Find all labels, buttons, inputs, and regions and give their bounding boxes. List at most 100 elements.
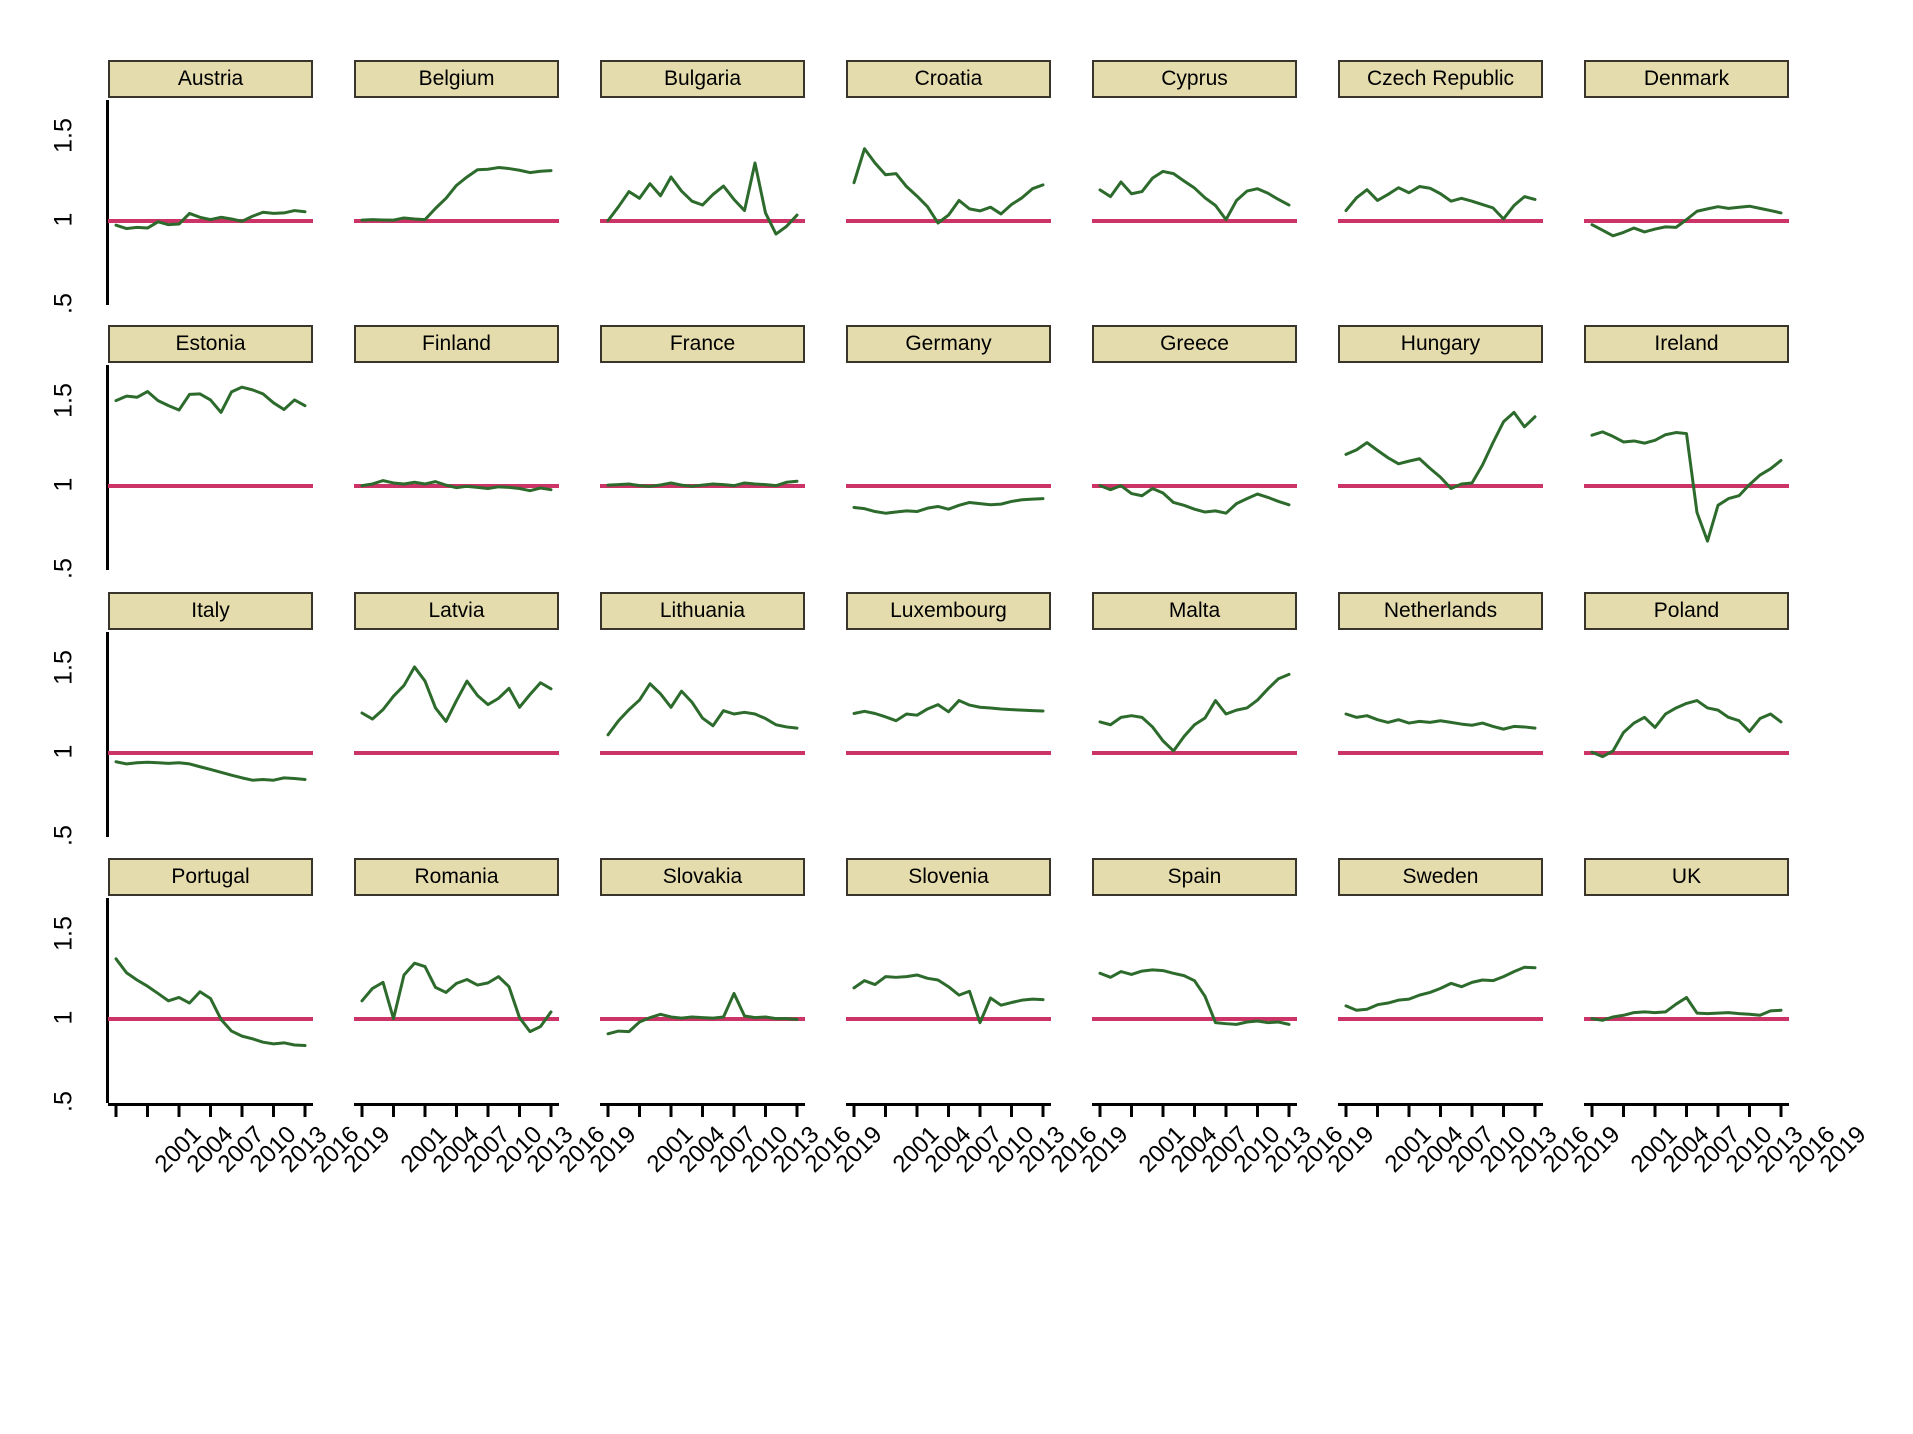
series-line [606,991,799,1036]
panel-plot-area [1584,365,1789,570]
panel-title: Lithuania [600,592,805,630]
panel-hungary: Hungary [1338,325,1543,578]
panel-austria: Austria [108,60,313,313]
panel-plot-area [108,632,313,837]
panel-croatia: Croatia [846,60,1051,313]
panel-portugal: Portugal [108,858,313,1111]
panel-lithuania: Lithuania [600,592,805,845]
panel-italy: Italy [108,592,313,845]
series-line [1098,968,1291,1026]
y-tick-label: 1 [49,212,78,227]
series-line [360,961,553,1034]
y-tick-label: 1.5 [49,118,78,153]
x-axis-col-1 [108,1103,313,1119]
panel-slovakia: Slovakia [600,858,805,1111]
y-tick-label: .5 [49,558,78,579]
panel-plot-area [600,898,805,1103]
panel-malta: Malta [1092,592,1297,845]
y-tick-label: .5 [49,293,78,314]
panel-plot-area [354,898,559,1103]
x-axis-col-7 [1584,1103,1789,1119]
panel-plot-area [600,100,805,305]
panel-bulgaria: Bulgaria [600,60,805,313]
series-line [852,497,1045,515]
panel-romania: Romania [354,858,559,1111]
panel-title: Poland [1584,592,1789,630]
panel-title: Slovenia [846,858,1051,896]
y-tick-label: .5 [49,825,78,846]
panel-poland: Poland [1584,592,1789,845]
x-axis-col-4 [846,1103,1051,1119]
panel-plot-area [1092,632,1297,837]
y-tick-label: 1.5 [49,916,78,951]
panel-plot-area [1584,632,1789,837]
panel-plot-area [846,898,1051,1103]
panel-title: Estonia [108,325,313,363]
multi-panel-chart: .5 1 1.5 .5 1 1.5 .5 1 1.5 .5 1 1.5 Austria Belgium Bu… [0,0,1913,1434]
panel-title: Romania [354,858,559,896]
panel-slovenia: Slovenia [846,858,1051,1111]
series-line [1098,484,1291,515]
panel-belgium: Belgium [354,60,559,313]
panel-netherlands: Netherlands [1338,592,1543,845]
panel-plot-area [1584,898,1789,1103]
y-tick-label: 1 [49,1010,78,1025]
series-line [1344,185,1537,221]
panel-plot-area [600,632,805,837]
panel-plot-area [1092,365,1297,570]
series-line [1590,699,1783,759]
panel-plot-area [1338,365,1543,570]
panel-plot-area [846,100,1051,305]
x-axis-col-3 [600,1103,805,1119]
panel-czech-republic: Czech Republic [1338,60,1543,313]
panel-plot-area [108,365,313,570]
series-line [606,161,799,236]
panel-plot-area [846,365,1051,570]
panel-title: France [600,325,805,363]
panel-germany: Germany [846,325,1051,578]
panel-sweden: Sweden [1338,858,1543,1111]
y-tick-label: 1 [49,477,78,492]
panel-title: Bulgaria [600,60,805,98]
panel-plot-area [108,898,313,1103]
panel-title: Netherlands [1338,592,1543,630]
panel-title: Ireland [1584,325,1789,363]
series-line [114,385,307,414]
panel-title: Germany [846,325,1051,363]
series-line [852,973,1045,1025]
panel-latvia: Latvia [354,592,559,845]
series-line [606,479,799,488]
panel-denmark: Denmark [1584,60,1789,313]
panel-ireland: Ireland [1584,325,1789,578]
panel-title: UK [1584,858,1789,896]
panel-title: Hungary [1338,325,1543,363]
series-line [114,957,307,1048]
panel-plot-area [600,365,805,570]
series-line [1344,965,1537,1012]
panel-plot-area [1338,100,1543,305]
panel-title: Luxembourg [846,592,1051,630]
panel-greece: Greece [1092,325,1297,578]
series-line [852,699,1045,723]
series-line [114,760,307,782]
panel-plot-area [1092,898,1297,1103]
panel-plot-area [1338,632,1543,837]
panel-plot-area [354,632,559,837]
panel-luxembourg: Luxembourg [846,592,1051,845]
series-line [1098,169,1291,222]
series-line [1344,712,1537,731]
panel-plot-area [1584,100,1789,305]
y-tick-label: 1.5 [49,650,78,685]
y-tick-label: .5 [49,1091,78,1112]
x-axis-col-5 [1092,1103,1297,1119]
panel-plot-area [846,632,1051,837]
y-tick-label: 1.5 [49,383,78,418]
series-line [360,166,553,222]
panel-plot-area [354,100,559,305]
panel-title: Croatia [846,60,1051,98]
panel-title: Latvia [354,592,559,630]
panel-plot-area [1338,898,1543,1103]
panel-title: Sweden [1338,858,1543,896]
x-axis-col-6 [1338,1103,1543,1119]
panel-estonia: Estonia [108,325,313,578]
